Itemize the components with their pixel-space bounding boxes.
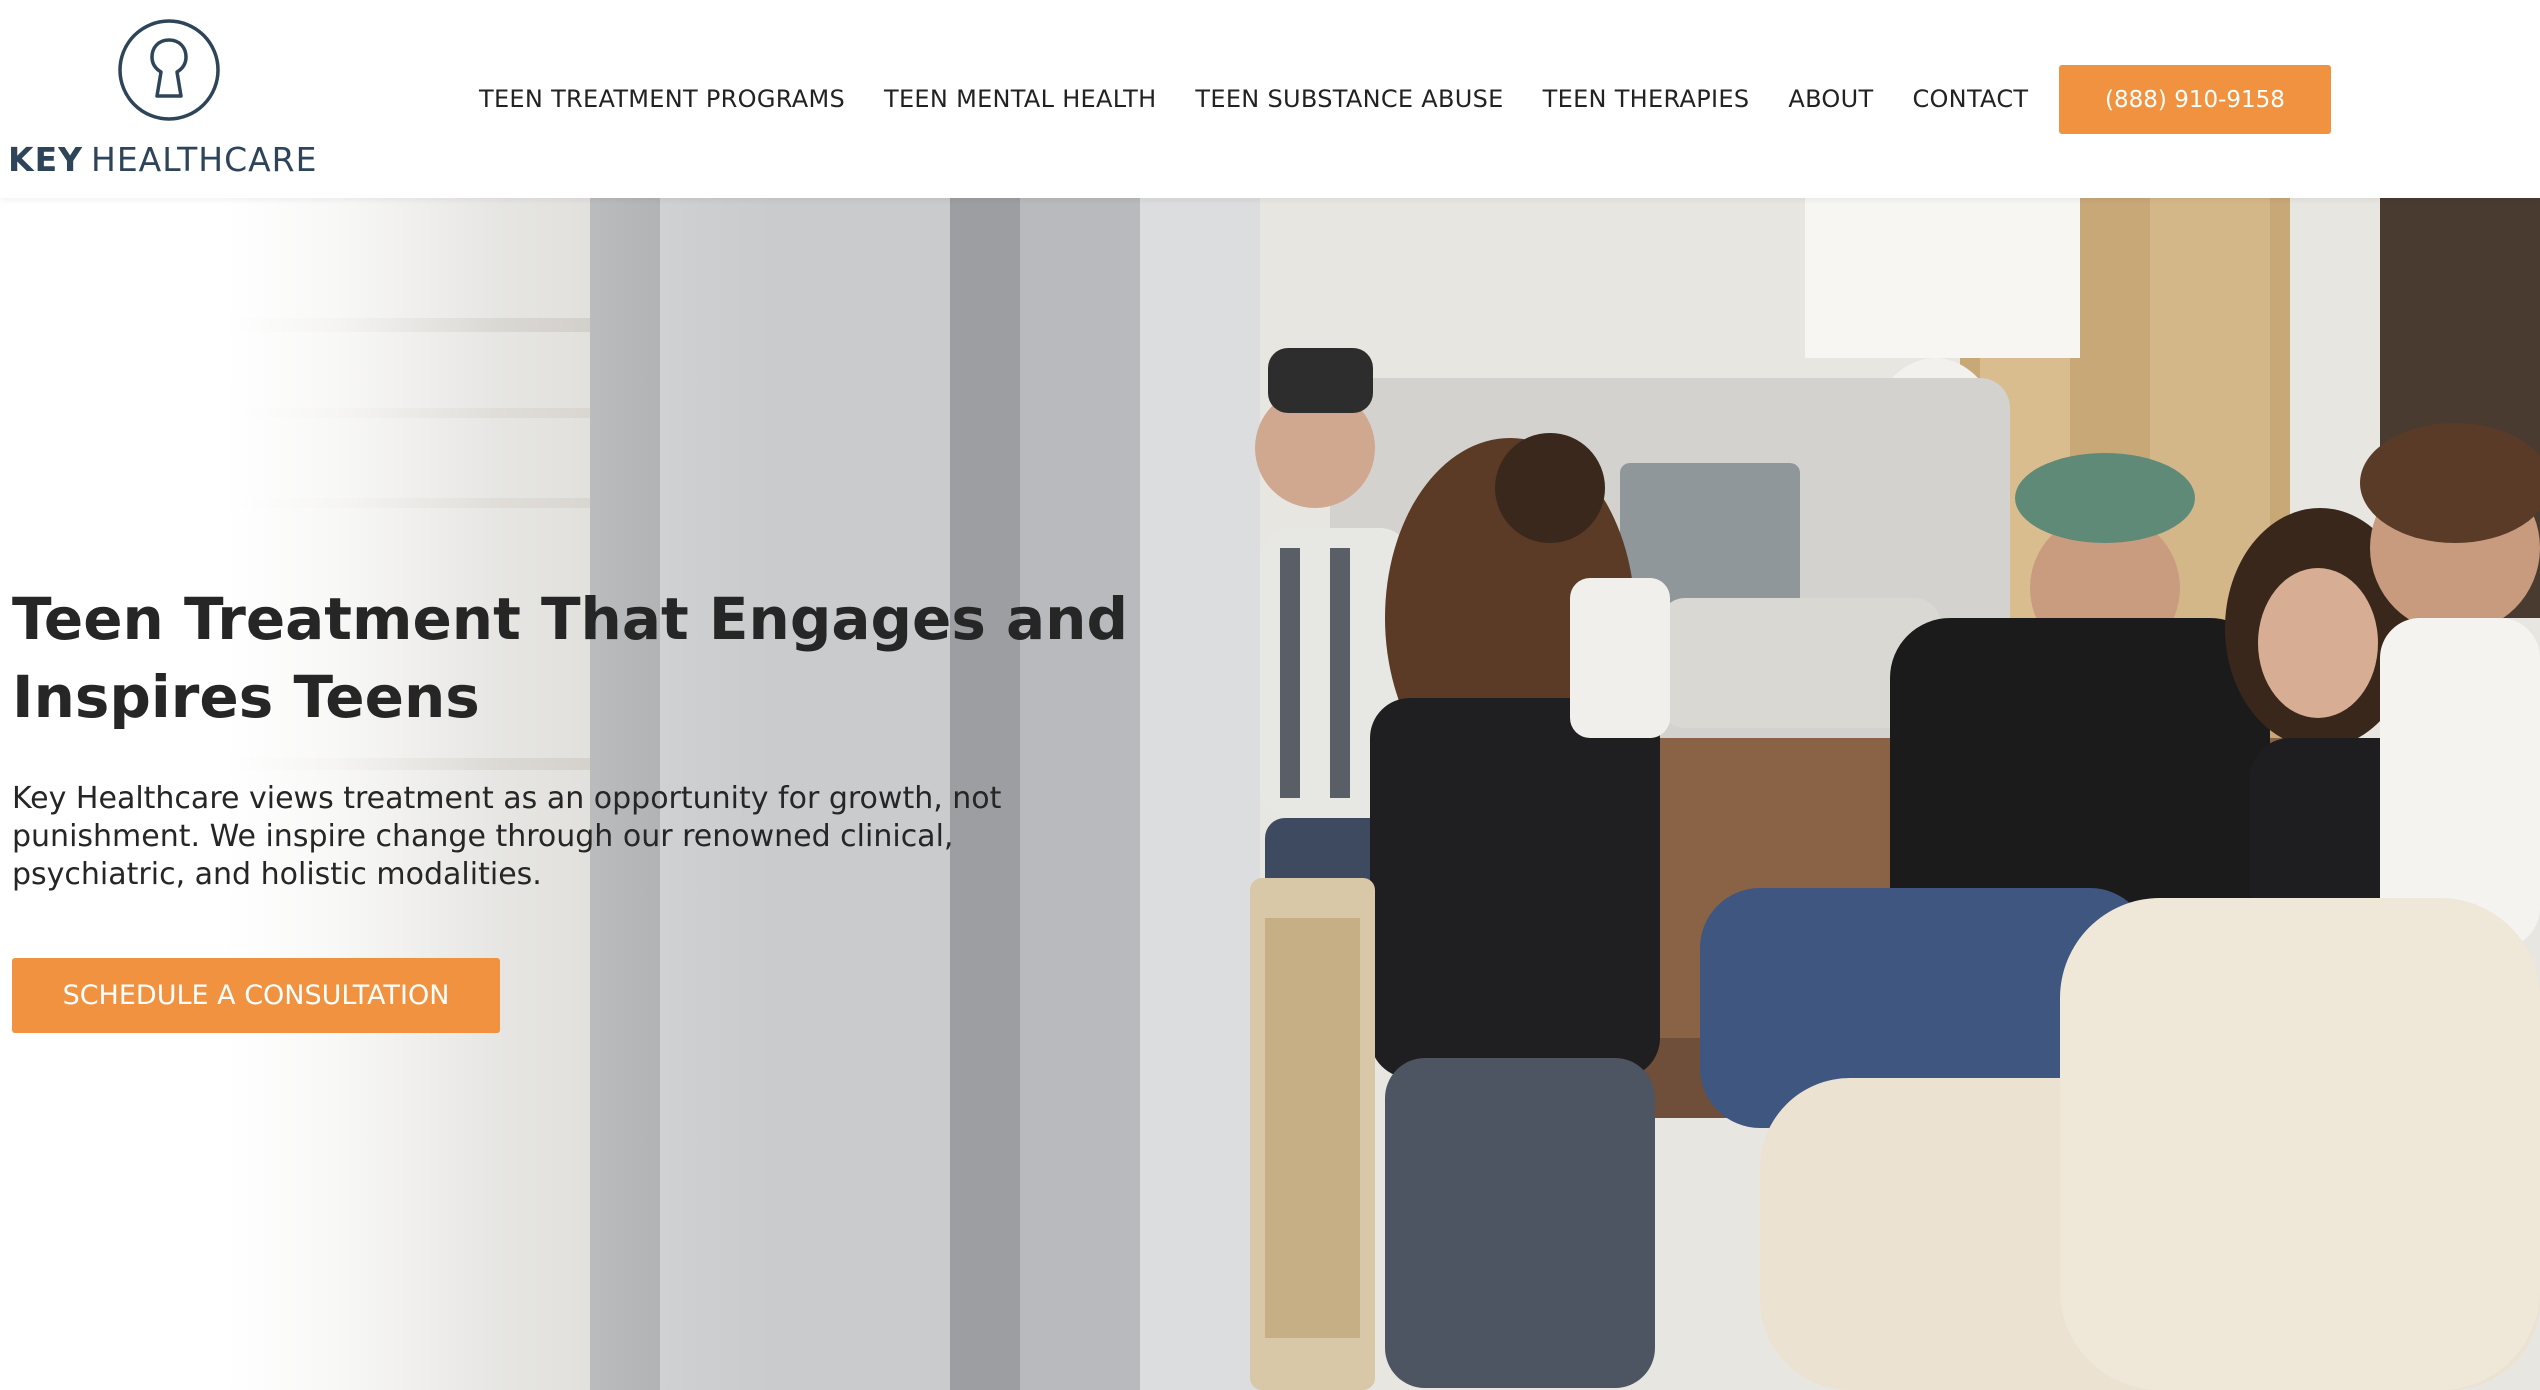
logo-word-key: KEY [8, 140, 84, 179]
hero-description: Key Healthcare views treatment as an opp… [12, 781, 1002, 892]
nav-teen-substance-abuse[interactable]: TEEN SUBSTANCE ABUSE [1195, 85, 1503, 113]
hero-title: Teen Treatment That Engages and Inspires… [12, 585, 1128, 731]
nav-contact[interactable]: CONTACT [1912, 85, 2028, 113]
nav-teen-therapies[interactable]: TEEN THERAPIES [1543, 85, 1750, 113]
site-header: KEY HEALTHCARE TEEN TREATMENT PROGRAMS TE… [0, 0, 2540, 198]
main-nav: TEEN TREATMENT PROGRAMS TEEN MENTAL HEAL… [479, 84, 2028, 114]
site-logo[interactable]: KEY HEALTHCARE [8, 18, 328, 183]
nav-about[interactable]: ABOUT [1788, 85, 1873, 113]
nav-teen-treatment-programs[interactable]: TEEN TREATMENT PROGRAMS [479, 85, 845, 113]
hero-section: Teen Treatment That Engages and Inspires… [0, 198, 2540, 1390]
logo-wordmark: KEY HEALTHCARE [8, 140, 317, 179]
phone-button[interactable]: (888) 910-9158 [2059, 65, 2331, 134]
schedule-consultation-button[interactable]: SCHEDULE A CONSULTATION [12, 958, 500, 1033]
keyhole-icon [118, 19, 220, 121]
logo-word-healthcare: HEALTHCARE [91, 140, 318, 179]
nav-teen-mental-health[interactable]: TEEN MENTAL HEALTH [884, 85, 1156, 113]
